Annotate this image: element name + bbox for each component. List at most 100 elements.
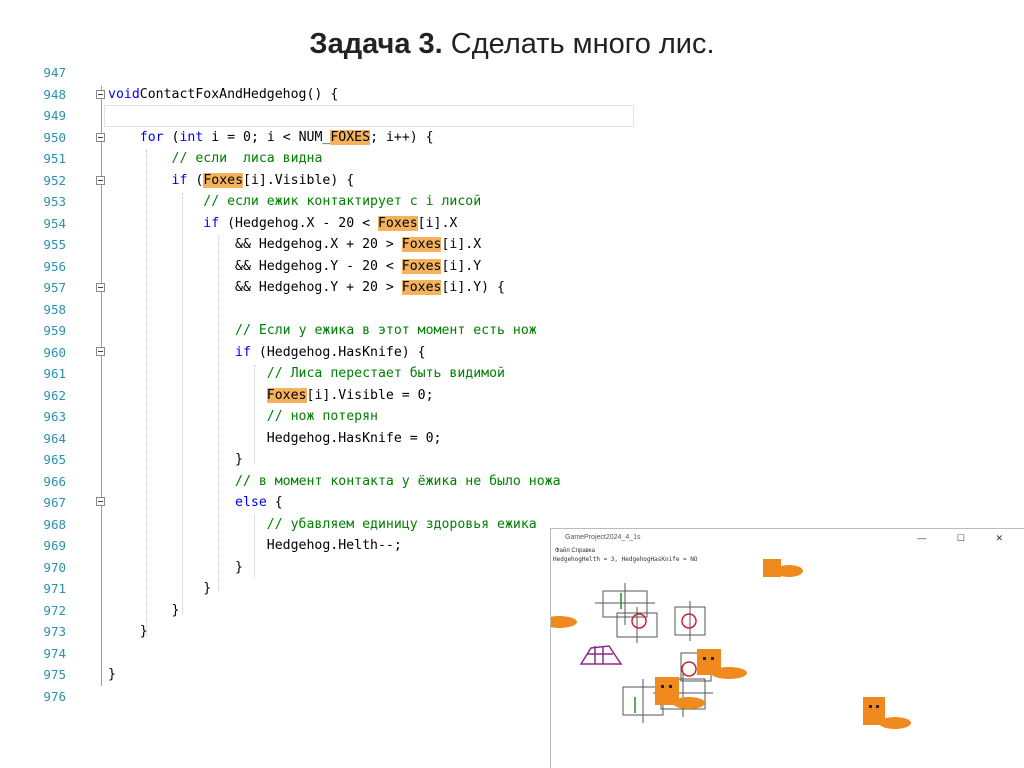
- line-number: 951: [43, 151, 66, 166]
- line-number: 953: [43, 194, 66, 209]
- code-token: (: [163, 129, 180, 145]
- line-number: 947: [43, 65, 66, 80]
- line-number: 954: [43, 215, 66, 231]
- collapse-icon[interactable]: [96, 497, 105, 506]
- code-keyword: if: [171, 172, 188, 188]
- line-number: 967: [43, 495, 66, 510]
- code-line[interactable]: }: [108, 449, 638, 471]
- code-comment: // если ежик контактирует с i лисой: [203, 194, 482, 209]
- line-number: 948: [43, 86, 66, 102]
- code-highlight: Foxes: [401, 280, 442, 295]
- code-token: }: [108, 581, 212, 596]
- code-token: [i].Visible) {: [243, 172, 355, 188]
- code-token: ContactFoxAndHedgehog() {: [139, 86, 339, 102]
- fox-tail: [551, 616, 577, 628]
- code-keyword: else: [235, 495, 267, 510]
- collapse-icon[interactable]: [96, 283, 105, 292]
- line-number: 976: [43, 688, 66, 704]
- collapse-icon[interactable]: [96, 347, 105, 356]
- slide-title: Задача 3. Сделать много лис.: [0, 28, 1024, 61]
- code-token: && Hedgehog.Y - 20 <: [108, 258, 402, 274]
- code-token: (: [187, 172, 204, 188]
- code-line[interactable]: && Hedgehog.Y + 20 > Foxes[i].Y) {: [108, 277, 638, 299]
- code-line[interactable]: if (Hedgehog.X - 20 < Foxes[i].X: [108, 213, 638, 235]
- line-number: 960: [43, 344, 66, 360]
- line-number: 963: [43, 409, 66, 424]
- code-line[interactable]: Foxes[i].Visible = 0;: [108, 385, 638, 407]
- code-keyword: for: [139, 129, 164, 145]
- fox-sprite: [863, 697, 911, 729]
- line-number: 950: [43, 129, 66, 145]
- code-keyword: int: [179, 129, 204, 145]
- line-number: 956: [43, 258, 66, 274]
- code-line[interactable]: // если ежик контактирует с i лисой: [108, 191, 638, 213]
- code-token: }: [108, 452, 243, 467]
- code-line[interactable]: && Hedgehog.Y - 20 < Foxes[i].Y: [108, 256, 638, 278]
- code-token: && Hedgehog.X + 20 >: [108, 237, 402, 252]
- hedgehog-sprite: [579, 645, 623, 665]
- line-number: 955: [43, 237, 66, 252]
- code-token: [i].X: [441, 237, 482, 252]
- code-line[interactable]: // Если у ежика в этот момент есть нож: [108, 320, 638, 342]
- code-line[interactable]: // если лиса видна: [108, 148, 638, 170]
- code-line[interactable]: // нож потерян: [108, 406, 638, 428]
- collapse-icon[interactable]: [96, 133, 105, 142]
- code-line[interactable]: [108, 299, 638, 321]
- code-comment: // Лиса перестает быть видимой: [266, 366, 505, 381]
- code-line[interactable]: // в момент контакта у ёжика не было нож…: [108, 471, 638, 493]
- code-line[interactable]: [108, 62, 638, 84]
- code-token: Hedgehog.Helth--;: [108, 538, 402, 553]
- code-comment: // Если у ежика в этот момент есть нож: [235, 323, 537, 338]
- code-line[interactable]: if (Foxes[i].Visible) {: [108, 170, 638, 192]
- code-token: [i].X: [417, 215, 458, 231]
- code-line[interactable]: Hedgehog.HasKnife = 0;: [108, 428, 638, 450]
- line-number: 961: [43, 366, 66, 381]
- code-token: && Hedgehog.Y + 20 >: [108, 280, 402, 295]
- code-line[interactable]: voidContactFoxAndHedgehog() {: [108, 84, 638, 106]
- code-token: }: [108, 624, 148, 639]
- code-line[interactable]: [108, 105, 638, 127]
- line-number: 973: [43, 624, 66, 639]
- code-token: [i].Y) {: [441, 280, 505, 295]
- line-number: 970: [43, 559, 66, 575]
- code-token: (Hedgehog.X - 20 <: [219, 215, 378, 231]
- line-number: 962: [43, 387, 66, 403]
- code-comment: // убавляем единицу здоровья ежика: [266, 516, 537, 532]
- collapse-icon[interactable]: [96, 90, 105, 99]
- line-number: 964: [43, 430, 66, 446]
- code-token: }: [108, 602, 180, 618]
- fox-sprite: [763, 559, 803, 577]
- code-comment: // если лиса видна: [171, 151, 323, 166]
- line-number: 974: [43, 645, 66, 661]
- code-line[interactable]: for (int i = 0; i < NUM_FOXES; i++) {: [108, 127, 638, 149]
- code-token: [i].Y: [441, 258, 482, 274]
- code-token: ; i++) {: [370, 129, 434, 145]
- line-number-gutter: 947 948 949 950 951 952 953 954 955 956 957 958 959 9…: [18, 62, 66, 707]
- game-window[interactable]: GameProject2024_4_1s — ☐ ✕ Файл Справка …: [550, 528, 1024, 768]
- code-token: i = 0; i < NUM_: [203, 129, 331, 145]
- code-token: Hedgehog.HasKnife = 0;: [108, 430, 442, 446]
- code-line[interactable]: else {: [108, 492, 638, 514]
- line-number: 971: [43, 581, 66, 596]
- collapse-icon[interactable]: [96, 176, 105, 185]
- code-line[interactable]: if (Hedgehog.HasKnife) {: [108, 342, 638, 364]
- code-highlight: Foxes: [203, 172, 244, 188]
- line-number: 965: [43, 452, 66, 467]
- code-token: {: [266, 495, 283, 510]
- line-number: 949: [43, 108, 66, 123]
- code-highlight: Foxes: [401, 258, 442, 274]
- code-comment: // в момент контакта у ёжика не было нож…: [235, 473, 561, 489]
- code-line[interactable]: && Hedgehog.X + 20 > Foxes[i].X: [108, 234, 638, 256]
- code-token: (Hedgehog.HasKnife) {: [250, 344, 426, 360]
- line-number: 959: [43, 323, 66, 338]
- code-line[interactable]: // Лиса перестает быть видимой: [108, 363, 638, 385]
- code-highlight: Foxes: [266, 387, 307, 403]
